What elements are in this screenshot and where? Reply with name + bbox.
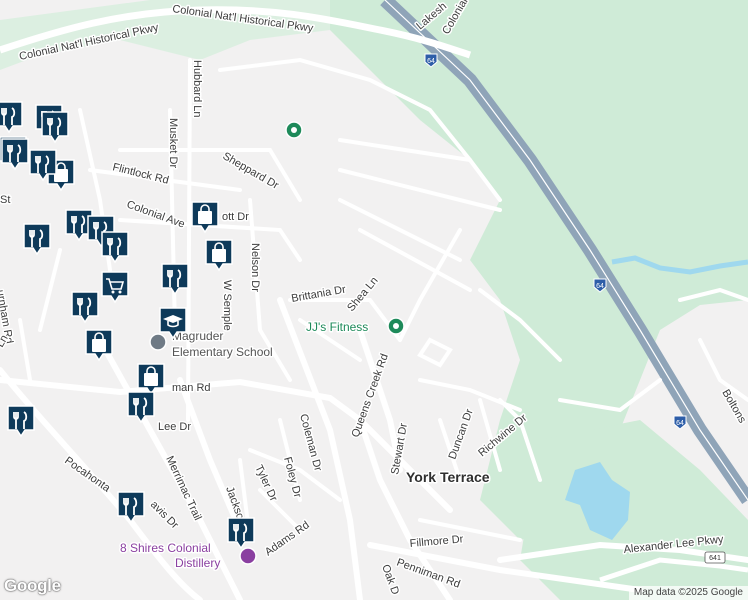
davis-dr-label: avis Dr: [148, 499, 181, 532]
fork-knife-icon: [117, 491, 145, 524]
musket-dr-label: Musket Dr: [167, 118, 179, 168]
york-terrace-label: York Terrace: [406, 469, 490, 485]
shopping-bag-icon: [191, 201, 219, 234]
map-pin-shopping[interactable]: [190, 200, 220, 234]
foley-dr-label: Foley Dr: [281, 456, 303, 500]
distillery-label-line1[interactable]: 8 Shires Colonial: [119, 540, 213, 557]
map-pin-restaurant[interactable]: [100, 230, 130, 264]
map-pin-restaurant[interactable]: [160, 262, 190, 296]
fillmore-dr-label: Fillmore Dr: [409, 533, 464, 550]
w-semple-label: W Semple: [221, 280, 233, 331]
map-pin-restaurant[interactable]: [126, 390, 156, 424]
svg-text:64: 64: [676, 420, 684, 427]
fork-knife-icon: [0, 101, 23, 134]
fork-knife-icon: [127, 391, 155, 424]
poi-marker-jjs-fitness[interactable]: [387, 317, 405, 335]
map-pin-restaurant[interactable]: [226, 516, 256, 550]
st-label: St: [0, 194, 10, 206]
distillery-label-line2[interactable]: Distillery: [174, 555, 222, 572]
shopping-bag-icon: [205, 239, 233, 272]
poi-marker-park[interactable]: [285, 121, 303, 139]
map-pin-restaurant[interactable]: [0, 100, 24, 134]
map-pin-restaurant[interactable]: [28, 148, 58, 182]
map-pin-restaurant[interactable]: [6, 404, 36, 438]
map-pin-shopping[interactable]: [204, 238, 234, 272]
hubbard-ln-label: Hubbard Ln: [191, 60, 203, 118]
adams-rd-label: Adams Rd: [263, 519, 312, 558]
duncan-dr-label: Duncan Dr: [447, 407, 476, 461]
fork-knife-icon: [23, 223, 51, 256]
nelson-dr-label: Nelson Dr: [249, 243, 261, 292]
lee-dr-label: Lee Dr: [158, 421, 191, 433]
map-pin-restaurant[interactable]: [22, 222, 52, 256]
fork-knife-icon: [71, 291, 99, 324]
pocahontas-label: Pocahonta: [62, 455, 113, 496]
fork-knife-icon: [7, 405, 35, 438]
ott-dr-label: ott Dr: [222, 211, 249, 223]
jjs-fitness-label[interactable]: JJ's Fitness: [305, 319, 370, 336]
map-pin-restaurant[interactable]: [40, 110, 70, 144]
map-attribution[interactable]: Map data ©2025 Google: [628, 586, 748, 600]
shopping-cart-icon: [101, 271, 129, 304]
fork-knife-icon: [29, 149, 57, 182]
boltons-label: Boltons: [719, 388, 748, 426]
map-pin-restaurant[interactable]: [116, 490, 146, 524]
fork-knife-icon: [1, 138, 29, 171]
svg-text:64: 64: [596, 283, 604, 290]
graduation-cap-icon: [159, 307, 187, 340]
route-641-shield: 641: [704, 551, 726, 564]
google-logo: Google: [4, 576, 61, 595]
shopping-bag-icon: [85, 329, 113, 362]
school-label-line2[interactable]: Elementary School: [171, 344, 275, 361]
fork-knife-icon: [41, 111, 69, 144]
fork-knife-icon: [161, 263, 189, 296]
i64-shield-low: 64: [673, 415, 687, 430]
fork-knife-icon: [227, 517, 255, 550]
fork-knife-icon: [101, 231, 129, 264]
colonial-ave-label: Colonial Ave: [125, 199, 186, 231]
flintlock-rd-label: Flintlock Rd: [111, 161, 170, 187]
distillery-marker[interactable]: [239, 547, 257, 565]
map-pin-grocery[interactable]: [100, 270, 130, 304]
map-pin-school[interactable]: [158, 306, 188, 340]
coleman-dr-label: Coleman Dr: [297, 413, 324, 473]
svg-text:64: 64: [427, 58, 435, 65]
map-pin-restaurant[interactable]: [0, 137, 30, 171]
penniman-rd-west-label: man Rd: [172, 382, 211, 394]
map-pin-restaurant[interactable]: [70, 290, 100, 324]
svg-text:641: 641: [709, 555, 721, 562]
map-pin-shopping[interactable]: [84, 328, 114, 362]
tyler-dr-label: Tyler Dr: [252, 463, 279, 503]
